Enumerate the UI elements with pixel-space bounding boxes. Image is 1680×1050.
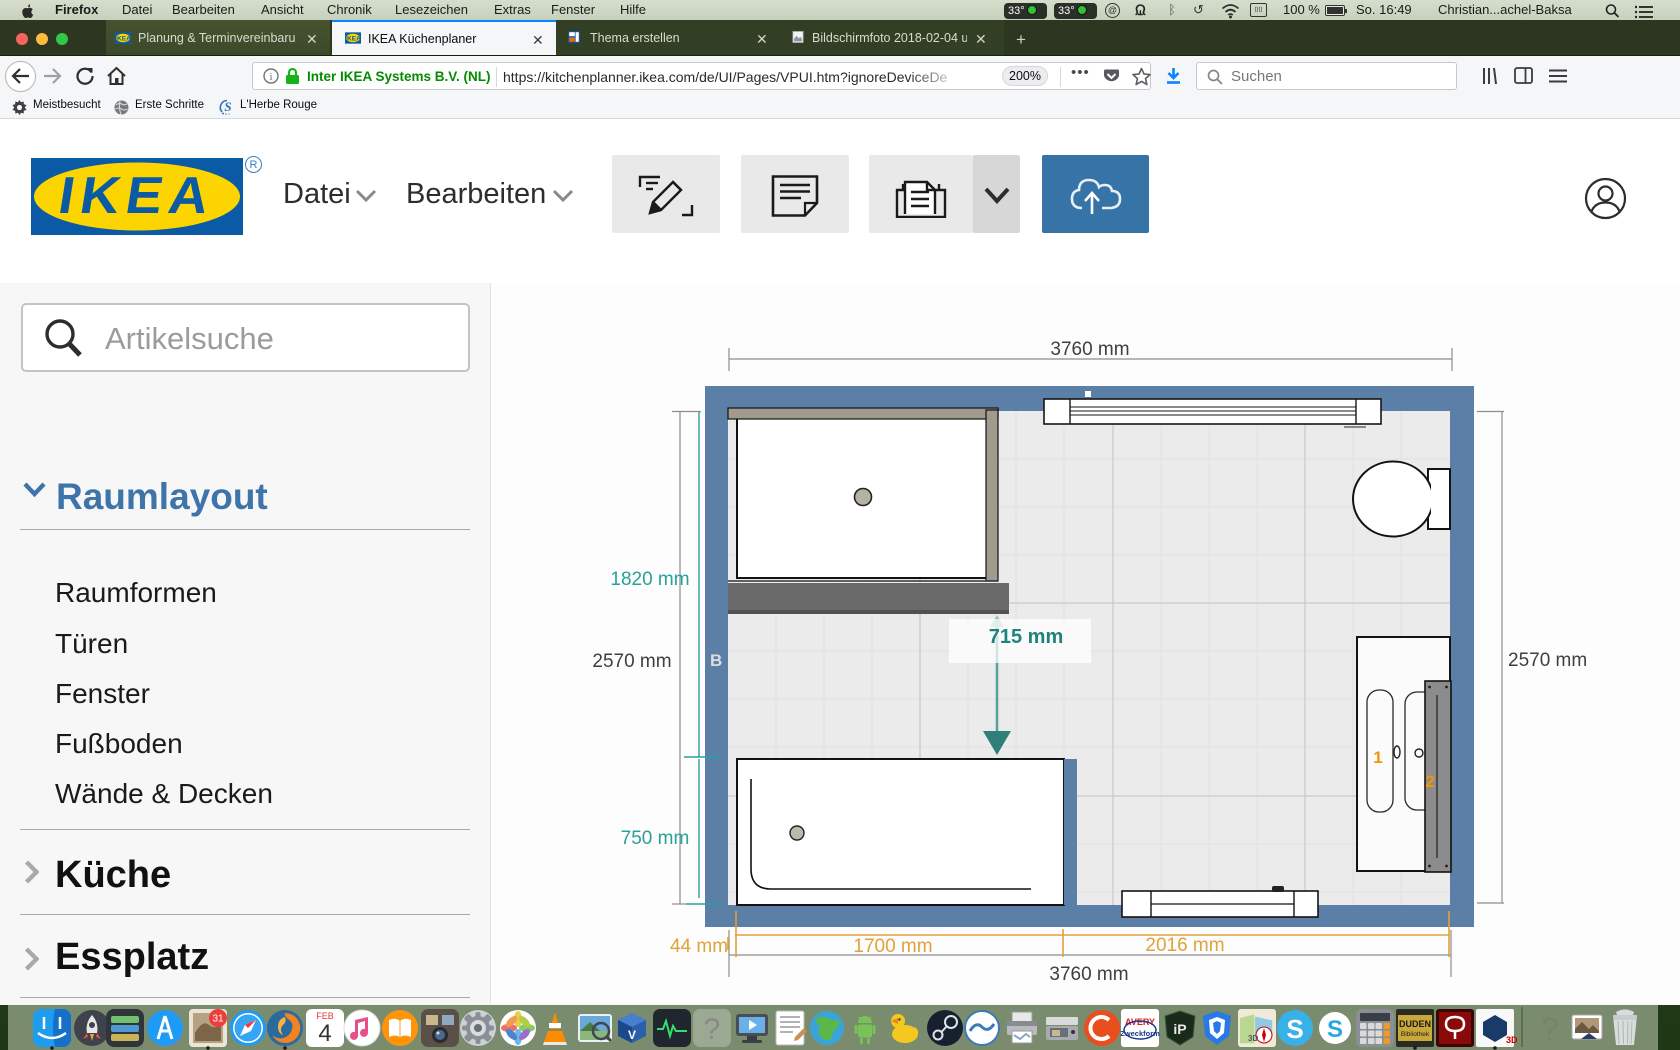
svg-text:IKEA: IKEA bbox=[345, 35, 361, 42]
svg-text:DUDEN: DUDEN bbox=[1399, 1019, 1431, 1029]
svg-text:S: S bbox=[1286, 1014, 1303, 1044]
svg-text:S: S bbox=[224, 99, 231, 114]
svg-text:1: 1 bbox=[1373, 748, 1382, 767]
svg-text:2570 mm: 2570 mm bbox=[592, 651, 671, 672]
svg-text:3760 mm: 3760 mm bbox=[1050, 339, 1129, 360]
svg-text:31: 31 bbox=[212, 1014, 224, 1025]
svg-text:2: 2 bbox=[1425, 772, 1434, 791]
svg-text:1820 mm: 1820 mm bbox=[610, 569, 689, 590]
svg-text:i: i bbox=[269, 71, 272, 83]
svg-text:1700 mm: 1700 mm bbox=[853, 936, 932, 957]
svg-text:4: 4 bbox=[318, 1020, 331, 1047]
svg-text:715 mm: 715 mm bbox=[989, 626, 1064, 648]
svg-text:3D: 3D bbox=[1248, 1034, 1258, 1043]
svg-text:2016 mm: 2016 mm bbox=[1145, 935, 1224, 956]
svg-text:V: V bbox=[628, 1028, 636, 1042]
svg-text:750 mm: 750 mm bbox=[621, 828, 690, 849]
svg-text:B: B bbox=[710, 651, 722, 670]
svg-text:3D: 3D bbox=[1506, 1035, 1518, 1045]
svg-text:IKEA: IKEA bbox=[55, 166, 220, 224]
svg-text:Bibliothek: Bibliothek bbox=[1401, 1031, 1430, 1038]
svg-text:3760 mm: 3760 mm bbox=[1049, 964, 1128, 985]
svg-text:44 mm: 44 mm bbox=[670, 936, 728, 957]
svg-text:?: ? bbox=[704, 1013, 721, 1046]
svg-text:IKEA: IKEA bbox=[115, 35, 131, 42]
svg-text:?: ? bbox=[1541, 1011, 1559, 1047]
svg-text:S: S bbox=[1327, 1016, 1343, 1043]
svg-text:AVERY: AVERY bbox=[1125, 1017, 1155, 1027]
svg-text:iP: iP bbox=[1173, 1021, 1186, 1037]
svg-text:2570 mm: 2570 mm bbox=[1508, 650, 1587, 671]
